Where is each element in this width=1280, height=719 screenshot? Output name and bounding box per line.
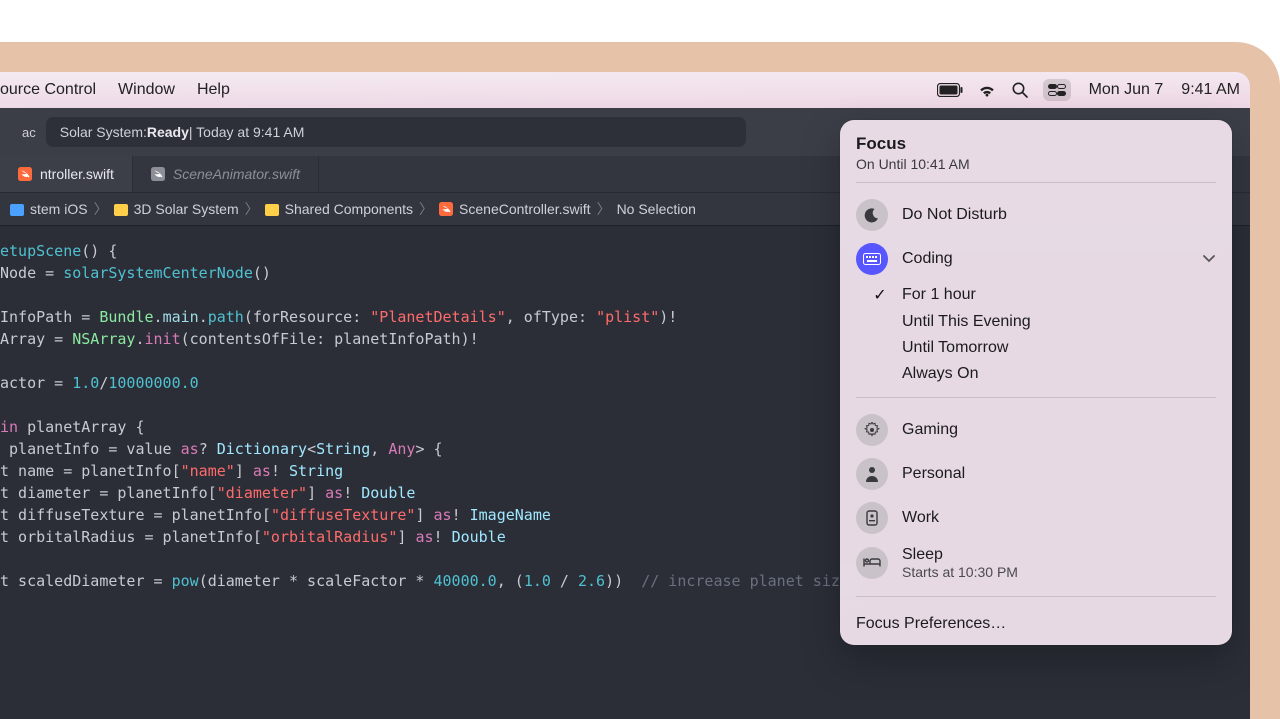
search-icon[interactable] bbox=[1011, 81, 1029, 99]
focus-duration-label: Always On bbox=[902, 365, 978, 383]
menu-bar: ource Control Window Help Mon Jun 7 9:41… bbox=[0, 72, 1250, 108]
focus-mode-gaming[interactable]: Gaming bbox=[856, 408, 1216, 452]
swift-icon bbox=[151, 167, 165, 181]
control-center-icon[interactable] bbox=[1043, 79, 1071, 101]
focus-popover: Focus On Until 10:41 AM Do Not Disturb C… bbox=[840, 120, 1232, 645]
menu-window[interactable]: Window bbox=[118, 81, 175, 99]
focus-mode-label: Work bbox=[902, 509, 1216, 527]
focus-mode-label: Sleep Starts at 10:30 PM bbox=[902, 546, 1216, 580]
moon-icon bbox=[856, 199, 888, 231]
focus-duration-always[interactable]: Always On bbox=[856, 361, 1216, 387]
crumb[interactable]: 3D Solar System bbox=[134, 201, 239, 217]
focus-duration-label: Until This Evening bbox=[902, 313, 1031, 331]
swift-icon bbox=[439, 202, 453, 216]
folder-icon bbox=[114, 204, 128, 216]
focus-mode-label: Gaming bbox=[902, 421, 1216, 439]
focus-subtitle: On Until 10:41 AM bbox=[856, 156, 1216, 172]
focus-duration-tomorrow[interactable]: Until Tomorrow bbox=[856, 335, 1216, 361]
focus-mode-personal[interactable]: Personal bbox=[856, 452, 1216, 496]
check-icon: ✓ bbox=[872, 285, 888, 305]
focus-duration-label: For 1 hour bbox=[902, 286, 976, 304]
status-prefix: Solar System: bbox=[60, 124, 147, 140]
menubar-time[interactable]: 9:41 AM bbox=[1181, 81, 1240, 99]
tab-sceneanimator[interactable]: SceneAnimator.swift bbox=[133, 156, 319, 192]
crumb[interactable]: Shared Components bbox=[285, 201, 413, 217]
crumb[interactable]: No Selection bbox=[617, 201, 696, 217]
focus-title: Focus bbox=[856, 134, 1216, 154]
menu-help[interactable]: Help bbox=[197, 81, 230, 99]
focus-duration-1hour[interactable]: ✓ For 1 hour bbox=[856, 281, 1216, 309]
bed-icon bbox=[856, 547, 888, 579]
tab-scenecontroller[interactable]: ntroller.swift bbox=[0, 156, 133, 192]
focus-mode-label: Do Not Disturb bbox=[902, 206, 1216, 224]
build-status-pill[interactable]: Solar System: Ready | Today at 9:41 AM bbox=[46, 117, 746, 147]
status-bold: Ready bbox=[147, 124, 189, 140]
swift-icon bbox=[18, 167, 32, 181]
person-icon bbox=[856, 458, 888, 490]
gear-icon bbox=[856, 414, 888, 446]
focus-duration-label: Until Tomorrow bbox=[902, 339, 1008, 357]
focus-mode-label: Coding bbox=[902, 250, 1188, 268]
badge-icon bbox=[856, 502, 888, 534]
sleep-sublabel: Starts at 10:30 PM bbox=[902, 564, 1216, 580]
tab-label: ntroller.swift bbox=[40, 166, 114, 182]
wifi-icon[interactable] bbox=[977, 82, 997, 98]
menubar-date[interactable]: Mon Jun 7 bbox=[1089, 81, 1164, 99]
chevron-down-icon[interactable] bbox=[1202, 252, 1216, 266]
folder-icon bbox=[10, 204, 24, 216]
crumb[interactable]: SceneController.swift bbox=[459, 201, 591, 217]
device-chip[interactable]: ac bbox=[12, 125, 46, 140]
folder-icon bbox=[265, 204, 279, 216]
focus-mode-coding[interactable]: Coding bbox=[856, 237, 1216, 281]
focus-duration-evening[interactable]: Until This Evening bbox=[856, 309, 1216, 335]
focus-mode-work[interactable]: Work bbox=[856, 496, 1216, 540]
sleep-label: Sleep bbox=[902, 546, 1216, 564]
tab-label: SceneAnimator.swift bbox=[173, 166, 300, 182]
crumb[interactable]: stem iOS bbox=[30, 201, 88, 217]
focus-mode-dnd[interactable]: Do Not Disturb bbox=[856, 193, 1216, 237]
focus-mode-sleep[interactable]: Sleep Starts at 10:30 PM bbox=[856, 540, 1216, 586]
menu-source-control[interactable]: ource Control bbox=[0, 81, 96, 99]
battery-icon[interactable] bbox=[937, 83, 963, 97]
keyboard-icon bbox=[856, 243, 888, 275]
focus-mode-label: Personal bbox=[902, 465, 1216, 483]
status-suffix: | Today at 9:41 AM bbox=[189, 124, 304, 140]
focus-preferences-link[interactable]: Focus Preferences… bbox=[856, 607, 1216, 633]
